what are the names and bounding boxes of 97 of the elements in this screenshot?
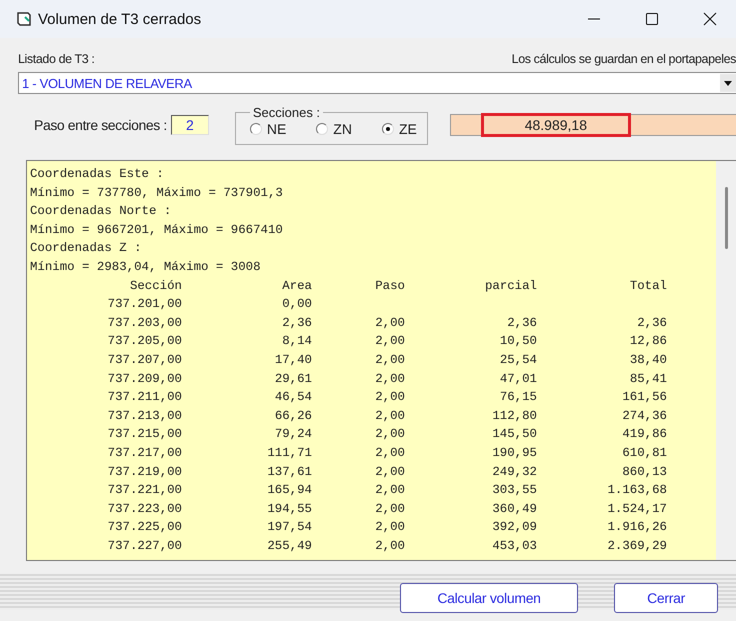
table-cell-text: 2,00 (374, 352, 405, 369)
table-cell-text: 2,00 (374, 538, 405, 555)
table-cell-text: 737.213,00 (106, 408, 182, 425)
window-title: Volumen de T3 cerrados (38, 10, 202, 28)
clipboard-note: Los cálculos se guardan en el portapapeles (512, 52, 736, 66)
step-field[interactable]: 2 (170, 115, 209, 135)
minimize-icon (587, 18, 601, 20)
table-cell-text: 165,94 (266, 482, 312, 500)
table-cell-text: 737.221,00 (106, 482, 182, 500)
summary-line: Mínimo = 737780, Máximo = 737901,3 (30, 184, 284, 202)
table-cell-text: 38,40 (628, 352, 667, 369)
table-cell-text: 1.916,26 (606, 519, 667, 536)
table-cell-text: 76,15 (498, 389, 537, 406)
dropdown-button[interactable] (720, 74, 736, 92)
table-cell-text: 0,00 (281, 296, 312, 314)
table-cell-text: 47,01 (498, 370, 537, 388)
section-radio[interactable]: NE (250, 120, 286, 138)
column-header: parcial (484, 278, 537, 295)
list-label: Listado de T3 : (18, 52, 94, 66)
action-button[interactable]: Cerrar (614, 583, 718, 613)
table-cell-text: 137,61 (266, 464, 312, 480)
table-cell-text: 12,86 (628, 333, 667, 350)
table-cell-text: 737.223,00 (106, 500, 182, 518)
table-cell-text: 145,50 (491, 426, 537, 444)
table-cell-text: 1.524,17 (606, 500, 667, 518)
table-cell-text: 112,80 (491, 408, 537, 425)
table-cell-text: 17,40 (274, 352, 312, 369)
table-cell-text: 737.217,00 (106, 444, 182, 462)
step-label: Paso entre secciones : (34, 117, 167, 133)
table-cell-text: 2,00 (374, 426, 405, 444)
table-cell-text: 2,36 (506, 314, 537, 332)
section-radio[interactable]: ZE (382, 120, 417, 138)
table-cell-text: 2,00 (374, 482, 405, 500)
sections-title: Secciones : (252, 105, 322, 120)
table-cell-text: 737.215,00 (106, 426, 182, 444)
column-header: Total (628, 278, 667, 295)
table-cell-text: 2,00 (374, 370, 405, 388)
table-cell-text: 1.163,68 (606, 482, 667, 500)
table-cell-text: 360,49 (491, 500, 537, 518)
table-cell-text: 46,54 (274, 389, 312, 406)
table-cell-text: 419,86 (621, 426, 667, 444)
table-cell-text: 303,55 (491, 482, 537, 500)
table-cell-text: 161,56 (621, 389, 667, 406)
table-cell-text: 255,49 (266, 538, 312, 555)
summary-line: Coordenadas Este : (30, 166, 165, 183)
table-cell-text: 10,50 (498, 333, 537, 350)
table-cell-text: 2,00 (374, 408, 405, 425)
summary-line: Mínimo = 2983,04, Máximo = 3008 (30, 258, 262, 276)
table-cell-text: 111,71 (266, 444, 312, 462)
table-cell-text: 2,00 (374, 500, 405, 518)
close-icon (703, 12, 717, 26)
table-cell-text: 2,00 (374, 389, 405, 406)
table-cell-text: 274,36 (621, 408, 667, 425)
table-cell-text: 737.205,00 (106, 333, 182, 350)
table-cell-text: 85,41 (628, 370, 667, 388)
table-cell-text: 860,13 (621, 464, 667, 480)
table-cell-text: 392,09 (491, 519, 537, 536)
table-cell-text: 25,54 (498, 352, 537, 369)
action-button[interactable]: Calcular volumen (400, 583, 578, 613)
table-cell-text: 194,55 (266, 500, 312, 518)
table-cell-text: 190,95 (491, 444, 537, 462)
table-cell-text: 8,14 (281, 333, 312, 350)
table-cell-text: 2,36 (636, 314, 667, 332)
maximize-icon (645, 12, 659, 26)
column-header: Area (281, 278, 312, 295)
table-cell-text: 2,36 (281, 314, 312, 332)
table-cell-text: 737.225,00 (106, 519, 182, 536)
t3-dropdown[interactable]: 1 - VOLUMEN DE RELAVERA (18, 72, 736, 94)
table-cell-text: 2,00 (374, 519, 405, 536)
table-cell-text: 737.201,00 (106, 296, 182, 314)
table-cell-text: 737.211,00 (106, 389, 182, 406)
table-cell-text: 737.209,00 (106, 370, 182, 388)
table-cell-text: 737.227,00 (106, 538, 182, 555)
table-cell-text: 2,00 (374, 444, 405, 462)
table-cell-text: 737.207,00 (106, 352, 182, 369)
table-cell-text: 2,00 (374, 333, 405, 350)
table-cell-text: 249,32 (491, 464, 537, 480)
table-cell-text: 737.219,00 (106, 464, 182, 480)
column-header: Paso (374, 278, 405, 295)
volume-result: 48.989,18 (480, 113, 631, 137)
table-cell-text: 2,00 (374, 464, 405, 480)
app-icon (16, 11, 32, 27)
table-cell-text: 453,03 (491, 538, 537, 555)
table-cell-text: 2.369,29 (606, 538, 667, 555)
caret-icon (724, 80, 732, 86)
summary-line: Coordenadas Norte : (30, 203, 172, 220)
table-cell-text: 79,24 (274, 426, 312, 444)
table-cell-text: 2,00 (374, 314, 405, 332)
summary-line: Mínimo = 9667201, Máximo = 9667410 (30, 222, 284, 239)
table-cell-text: 197,54 (266, 519, 312, 536)
column-header: Sección (128, 278, 182, 295)
summary-line: Coordenadas Z : (30, 240, 143, 258)
table-cell-text: 737.203,00 (106, 314, 182, 332)
table-cell-text: 610,81 (621, 444, 667, 462)
table-cell-text: 66,26 (274, 408, 312, 425)
section-radio[interactable]: ZN (316, 120, 352, 138)
table-cell-text: 29,61 (274, 370, 312, 388)
